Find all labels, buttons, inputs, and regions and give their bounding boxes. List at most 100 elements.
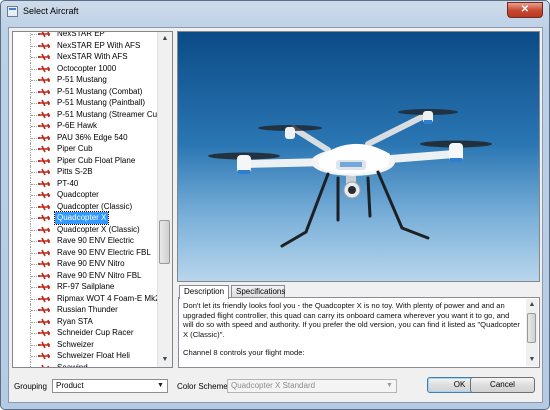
list-item[interactable]: Piper Cub	[13, 143, 159, 155]
list-item[interactable]: Rave 90 ENV Electric FBL	[13, 246, 159, 258]
title-bar[interactable]: Select Aircraft ✕	[1, 1, 549, 23]
list-item-label: P-51 Mustang (Streamer Cut)	[57, 109, 162, 119]
airplane-icon	[38, 168, 50, 176]
list-item-label: Piper Cub	[57, 144, 93, 153]
list-item-label: Octocopter 1000	[57, 63, 117, 73]
color-scheme-value: Quadcopter X Standard	[231, 381, 316, 390]
list-item-label: P-51 Mustang (Paintball)	[57, 98, 146, 107]
select-aircraft-dialog: Select Aircraft ✕ NexSTAR EP NexSTAR EP W…	[0, 0, 550, 410]
airplane-icon	[38, 42, 50, 49]
list-item[interactable]: Quadcopter	[13, 189, 159, 201]
dialog-body: NexSTAR EP NexSTAR EP With AFS NexSTAR Wit…	[8, 27, 543, 403]
list-item-label: P-51 Mustang	[57, 75, 107, 84]
list-item-label: NexSTAR With AFS	[57, 52, 128, 61]
list-item[interactable]: P-6E Hawk	[13, 120, 159, 132]
list-item[interactable]: Piper Cub Float Plane	[13, 154, 159, 166]
list-item[interactable]: P-51 Mustang (Streamer Cut)	[13, 108, 162, 120]
airplane-icon	[38, 191, 50, 199]
list-item[interactable]: Schweizer	[13, 338, 159, 350]
airplane-icon	[38, 318, 50, 325]
list-item[interactable]: NexSTAR EP	[13, 31, 159, 40]
airplane-icon	[38, 341, 50, 348]
airplane-icon	[38, 32, 50, 38]
airplane-icon	[38, 88, 50, 95]
grouping-value: Product	[56, 381, 84, 390]
list-item[interactable]: Quadcopter X (Classic)	[13, 223, 159, 235]
scroll-up-arrow[interactable]: ▲	[158, 32, 172, 46]
description-paragraph: Channel 8 controls your flight mode:	[183, 348, 305, 357]
list-item[interactable]: Schneider Cup Racer	[13, 327, 159, 339]
list-item-label: Quadcopter X	[53, 211, 110, 225]
list-item[interactable]: Rave 90 ENV Nitro FBL	[13, 269, 159, 281]
list-item[interactable]: NexSTAR EP With AFS	[13, 39, 159, 51]
airplane-icon	[38, 180, 50, 187]
list-item[interactable]: Ryan STA	[13, 315, 159, 327]
aircraft-list[interactable]: NexSTAR EP NexSTAR EP With AFS NexSTAR Wit…	[12, 31, 173, 368]
list-item-label: Quadcopter X (Classic)	[57, 224, 140, 234]
cancel-button[interactable]: Cancel	[470, 377, 535, 393]
list-item[interactable]: NexSTAR With AFS	[13, 51, 159, 63]
list-item[interactable]: Quadcopter (Classic)	[13, 200, 159, 212]
description-scrollbar[interactable]: ▲ ▼	[526, 299, 538, 366]
color-scheme-label: Color Scheme	[177, 382, 228, 391]
list-item-label: RF-97 Sailplane	[57, 282, 115, 291]
aircraft-preview	[177, 31, 540, 282]
aircraft-list-scrollbar[interactable]: ▲ ▼	[157, 32, 172, 367]
list-item-label: Schweizer	[57, 339, 94, 349]
airplane-icon	[38, 237, 50, 245]
window-icon	[7, 6, 18, 17]
description-text[interactable]: Don't let its friendly looks fool you - …	[183, 301, 521, 367]
list-item[interactable]: P-51 Mustang (Paintball)	[13, 97, 159, 109]
list-item-label: NexSTAR EP	[57, 31, 105, 38]
list-item[interactable]: P-51 Mustang (Combat)	[13, 85, 159, 97]
list-item-label: P-51 Mustang (Combat)	[57, 86, 143, 96]
list-item[interactable]: Rave 90 ENV Nitro	[13, 258, 159, 270]
list-item[interactable]: Russian Thunder	[13, 304, 159, 316]
list-item[interactable]: PAU 36% Edge 540	[13, 131, 159, 143]
airplane-icon	[38, 306, 50, 314]
airplane-icon	[38, 53, 50, 61]
airplane-icon	[38, 364, 50, 367]
scroll-up-arrow[interactable]: ▲	[526, 299, 538, 311]
list-item-label: Rave 90 ENV Electric FBL	[57, 247, 151, 257]
list-item[interactable]: Schweizer Float Heli	[13, 350, 159, 362]
scroll-down-arrow[interactable]: ▼	[526, 354, 538, 366]
list-item[interactable]: PT-40	[13, 177, 159, 189]
list-item[interactable]: Quadcopter X	[13, 211, 159, 225]
airplane-icon	[38, 122, 50, 130]
list-item[interactable]: Rave 90 ENV Electric	[13, 235, 159, 247]
list-item[interactable]: Seawind	[13, 361, 159, 367]
chevron-down-icon: ▼	[386, 382, 393, 389]
airplane-icon	[38, 99, 50, 107]
list-item[interactable]: RF-97 Sailplane	[13, 281, 159, 293]
tab-description[interactable]: Description	[179, 285, 229, 299]
airplane-icon	[38, 134, 50, 141]
close-button[interactable]: ✕	[507, 2, 543, 18]
airplane-icon	[38, 111, 50, 118]
airplane-icon	[38, 203, 50, 210]
airplane-icon	[38, 76, 50, 84]
description-paragraph: Don't let its friendly looks fool you - …	[183, 301, 520, 339]
airplane-icon	[38, 65, 50, 72]
airplane-icon	[38, 249, 50, 256]
list-item-label: Schweizer Float Heli	[57, 351, 130, 360]
list-item[interactable]: Ripmax WOT 4 Foam-E Mk2	[13, 292, 160, 304]
list-item-label: Rave 90 ENV Nitro	[57, 259, 125, 268]
aircraft-list-items: NexSTAR EP NexSTAR EP With AFS NexSTAR Wit…	[13, 31, 162, 367]
airplane-icon	[38, 329, 50, 337]
list-item-label: Russian Thunder	[57, 305, 118, 314]
color-scheme-select[interactable]: Quadcopter X Standard ▼	[227, 379, 397, 393]
list-item[interactable]: P-51 Mustang	[13, 74, 159, 86]
scroll-down-arrow[interactable]: ▼	[158, 353, 172, 367]
airplane-icon	[38, 283, 50, 291]
scrollbar-thumb[interactable]	[527, 313, 536, 343]
grouping-select[interactable]: Product ▼	[52, 379, 168, 393]
list-item-label: P-6E Hawk	[57, 121, 98, 130]
list-item[interactable]: Pitts S-2B	[13, 166, 159, 178]
window-title: Select Aircraft	[23, 6, 79, 16]
list-item[interactable]: Octocopter 1000	[13, 62, 159, 74]
list-item-label: Rave 90 ENV Nitro FBL	[57, 270, 142, 280]
scrollbar-thumb[interactable]	[159, 220, 170, 264]
airplane-icon	[38, 260, 50, 268]
list-item-label: Ryan STA	[57, 316, 93, 326]
